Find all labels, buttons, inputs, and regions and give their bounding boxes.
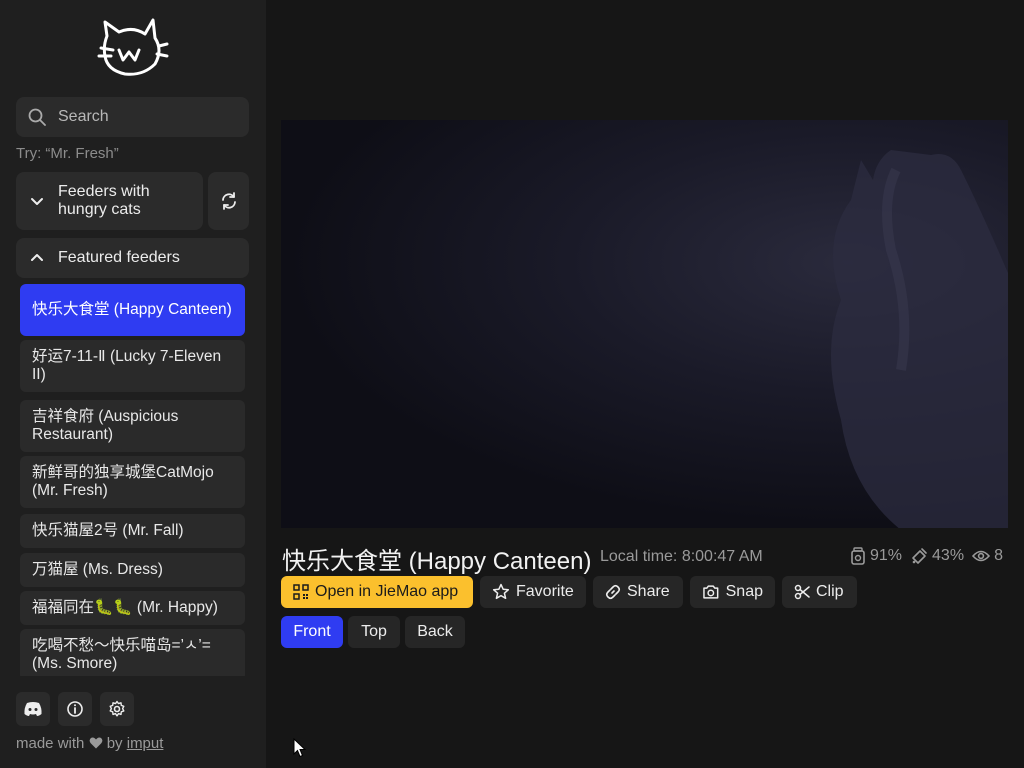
view-top-button[interactable]: Top <box>348 616 400 648</box>
feeder-item-label: 福福同在🐛🐛 (Mr. Happy) <box>32 599 218 616</box>
search-input[interactable] <box>56 107 230 127</box>
feeder-title: 快乐大食堂 (Happy Canteen) <box>282 548 592 575</box>
heart-icon <box>89 737 102 749</box>
feeder-item-label: 万猫屋 (Ms. Dress) <box>32 561 163 578</box>
chevron-up-icon <box>31 254 43 261</box>
eye-icon <box>972 550 991 562</box>
feeder-item-label: 新鲜哥的独享城堡CatMojo (Mr. Fresh) <box>32 464 214 499</box>
viewers-value: 8 <box>994 547 1003 564</box>
feeder-stats: 91% 43% 8 <box>850 547 1011 565</box>
view-back-button[interactable]: Back <box>405 616 465 648</box>
about-button[interactable] <box>58 692 92 726</box>
snap-button[interactable]: Snap <box>690 576 775 608</box>
feeder-list: 快乐大食堂 (Happy Canteen) 好运7-11-Ⅱ (Lucky 7-… <box>16 280 249 676</box>
food-level-stat: 91% <box>850 547 902 565</box>
settings-button[interactable] <box>100 692 134 726</box>
favorite-label: Favorite <box>516 583 574 600</box>
hungry-feeders-label: Feeders with hungry cats <box>58 183 150 218</box>
author-link[interactable]: imput <box>127 735 164 752</box>
feeder-item-label: 吉祥食府 (Auspicious Restaurant) <box>32 408 179 443</box>
camera-stream[interactable] <box>281 120 1008 528</box>
search-icon <box>28 108 46 126</box>
search-box[interactable] <box>16 97 249 137</box>
share-button[interactable]: Share <box>593 576 683 608</box>
refresh-button[interactable] <box>208 172 249 230</box>
snap-label: Snap <box>725 583 763 600</box>
featured-feeders-label: Featured feeders <box>58 249 180 266</box>
view-back-label: Back <box>417 623 453 640</box>
feeder-item-label: 快乐猫屋2号 (Mr. Fall) <box>32 522 184 539</box>
open-in-app-button[interactable]: Open in JieMao app <box>281 576 473 608</box>
feeder-item-mr-fresh[interactable]: 新鲜哥的独享城堡CatMojo (Mr. Fresh) <box>20 456 245 508</box>
bowl-icon <box>912 548 927 564</box>
footer-credit: made with by imput <box>16 735 163 752</box>
featured-feeders-toggle[interactable]: Featured feeders <box>16 238 249 278</box>
search-hint: Try: “Mr. Fresh” <box>16 145 119 162</box>
view-top-label: Top <box>361 623 387 640</box>
feeder-item-label: 快乐大食堂 (Happy Canteen) <box>32 301 232 318</box>
favorite-button[interactable]: Favorite <box>480 576 586 608</box>
link-icon <box>605 584 621 600</box>
hungry-feeders-toggle[interactable]: Feeders with hungry cats <box>16 172 203 230</box>
feeder-item-mr-fall[interactable]: 快乐猫屋2号 (Mr. Fall) <box>20 514 245 548</box>
discord-icon <box>24 702 42 716</box>
share-label: Share <box>627 583 670 600</box>
feeder-item-happy-canteen[interactable]: 快乐大食堂 (Happy Canteen) <box>20 284 245 336</box>
open-in-app-label: Open in JieMao app <box>315 583 459 600</box>
feeder-item-label: 好运7-11-Ⅱ (Lucky 7-Eleven II) <box>32 348 222 383</box>
view-front-label: Front <box>293 623 331 640</box>
battery-stat: 43% <box>910 547 964 565</box>
food-container-icon <box>851 547 865 565</box>
chevron-down-icon <box>31 198 43 205</box>
battery-value: 43% <box>932 547 965 564</box>
feeder-item-label: 吃喝不愁～快乐喵岛=’ㅅ’= (Ms. Smore) <box>32 637 211 672</box>
clip-label: Clip <box>816 583 844 600</box>
feeder-item-mr-happy[interactable]: 福福同在🐛🐛 (Mr. Happy) <box>20 591 245 625</box>
made-with-text: made with <box>16 735 85 752</box>
info-icon <box>67 701 83 717</box>
star-icon <box>492 583 510 600</box>
feeder-item-ms-smore[interactable]: 吃喝不愁～快乐喵岛=’ㅅ’= (Ms. Smore) <box>20 629 245 676</box>
feeder-item-ms-dress[interactable]: 万猫屋 (Ms. Dress) <box>20 553 245 587</box>
cat-silhouette <box>831 150 1008 528</box>
viewers-stat: 8 <box>972 547 1003 565</box>
feeder-item-lucky-7-eleven[interactable]: 好运7-11-Ⅱ (Lucky 7-Eleven II) <box>20 340 245 392</box>
refresh-icon <box>221 192 236 210</box>
by-text: by <box>106 735 123 752</box>
local-time: Local time: 8:00:47 AM <box>600 548 763 565</box>
food-level-value: 91% <box>870 547 903 564</box>
feeder-item-auspicious-restaurant[interactable]: 吉祥食府 (Auspicious Restaurant) <box>20 400 245 452</box>
clip-button[interactable]: Clip <box>782 576 857 608</box>
qr-code-icon <box>293 584 309 600</box>
scissors-icon <box>794 584 810 600</box>
gear-icon <box>109 700 125 717</box>
camera-icon <box>703 585 719 599</box>
discord-button[interactable] <box>16 692 50 726</box>
cat-logo[interactable] <box>97 16 169 80</box>
sidebar: Try: “Mr. Fresh” Feeders with hungry cat… <box>0 0 266 768</box>
view-front-button[interactable]: Front <box>281 616 343 648</box>
mouse-cursor-icon <box>293 738 307 758</box>
